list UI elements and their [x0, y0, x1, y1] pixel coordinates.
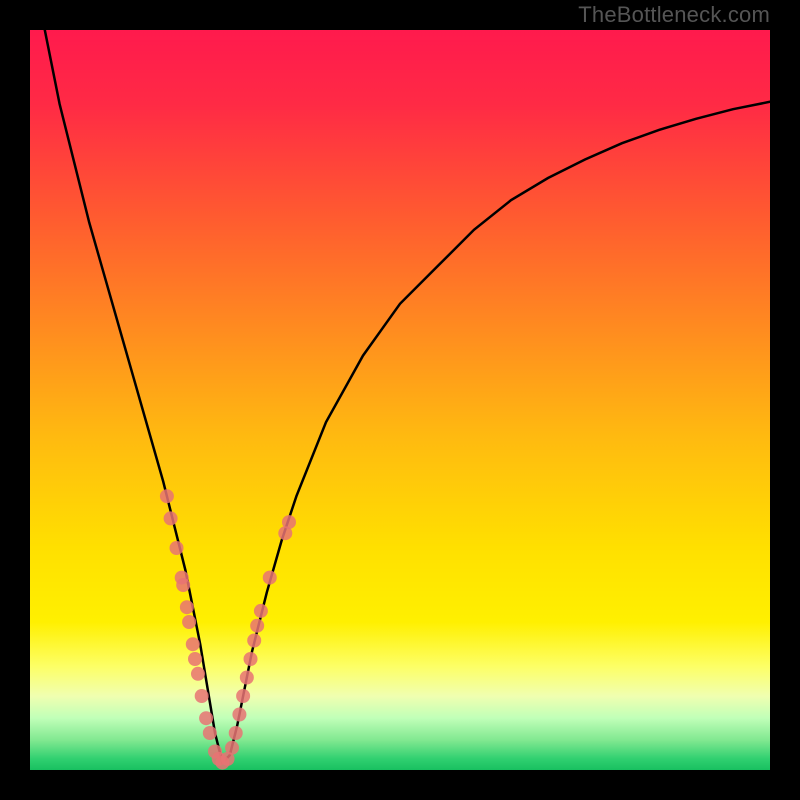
sample-dot — [191, 667, 205, 681]
sample-dot — [164, 511, 178, 525]
sample-dot — [240, 671, 254, 685]
sample-dot — [254, 604, 268, 618]
sample-dot — [180, 600, 194, 614]
sample-dot — [188, 652, 202, 666]
sample-dot — [282, 515, 296, 529]
sample-dot — [160, 489, 174, 503]
sample-dot — [225, 741, 239, 755]
sample-dot — [182, 615, 196, 629]
chart-svg — [30, 30, 770, 770]
watermark-text: TheBottleneck.com — [578, 2, 770, 28]
sample-dot — [232, 708, 246, 722]
sample-dot — [229, 726, 243, 740]
sample-dot — [250, 619, 264, 633]
bottleneck-curve — [30, 30, 770, 763]
outer-frame: TheBottleneck.com — [0, 0, 800, 800]
sample-dot — [186, 637, 200, 651]
sample-dot — [203, 726, 217, 740]
sample-dots — [160, 489, 296, 769]
sample-dot — [199, 711, 213, 725]
sample-dot — [263, 571, 277, 585]
sample-dot — [195, 689, 209, 703]
sample-dot — [236, 689, 250, 703]
plot-area — [30, 30, 770, 770]
sample-dot — [247, 634, 261, 648]
sample-dot — [244, 652, 258, 666]
sample-dot — [170, 541, 184, 555]
sample-dot — [176, 578, 190, 592]
